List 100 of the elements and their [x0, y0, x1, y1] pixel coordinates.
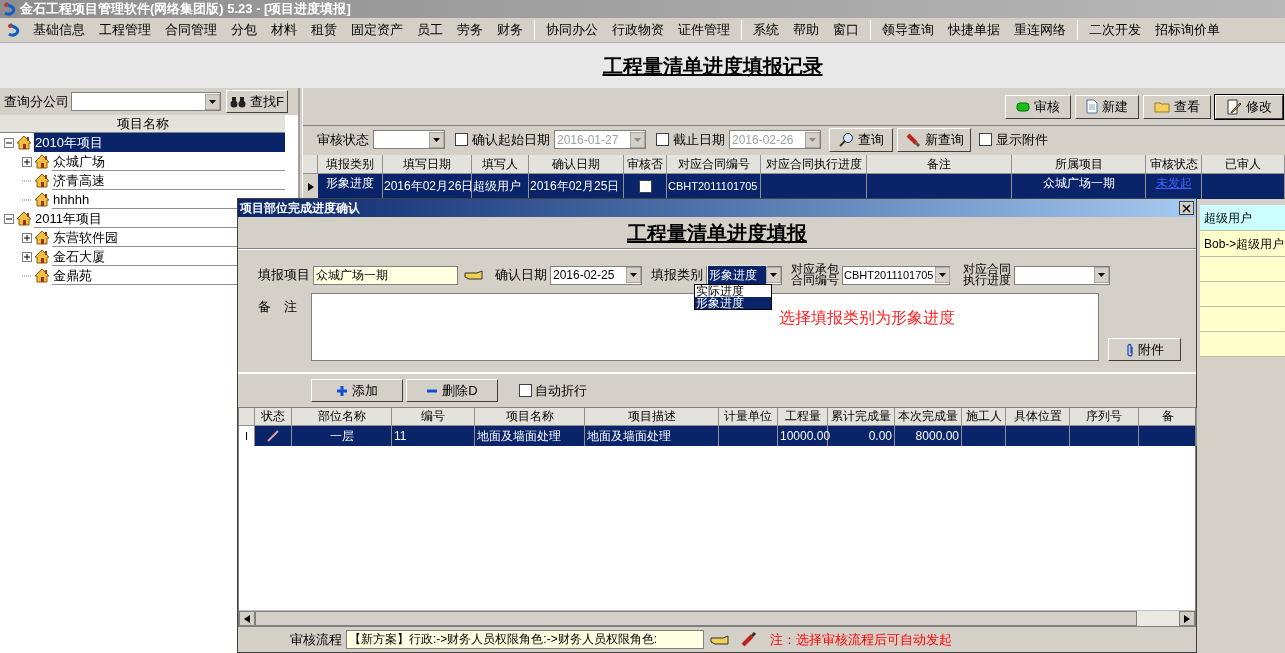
new-search-button[interactable]: 新查询 — [897, 127, 971, 152]
input-field[interactable]: 众城广场一期 — [313, 265, 458, 285]
menu-item[interactable]: 重连网络 — [1007, 20, 1073, 40]
tree-item[interactable]: 2010年项目 — [34, 133, 285, 152]
dropdown-arrow-icon — [934, 267, 950, 283]
menu-item[interactable]: 工程管理 — [92, 20, 158, 40]
table-cell: Bob->超级用户 — [1200, 231, 1285, 257]
status-dropdown[interactable] — [373, 130, 445, 149]
field-label: 查询分公司 — [4, 92, 69, 111]
menu-item[interactable]: 协同办公 — [539, 20, 605, 40]
menu-item[interactable]: 领导查询 — [875, 20, 941, 40]
dialog-heading: 工程量清单进度填报 — [627, 220, 807, 246]
branch-dropdown[interactable] — [71, 92, 221, 111]
close-button[interactable] — [1179, 201, 1194, 215]
house-icon — [16, 135, 32, 150]
house-icon — [34, 173, 50, 188]
dropdown-option[interactable]: 形象进度 — [695, 297, 771, 309]
checkbox[interactable] — [979, 133, 992, 146]
paperclip-icon — [1125, 342, 1134, 357]
menu-item[interactable]: 合同管理 — [158, 20, 224, 40]
delete-button[interactable]: 删除D — [406, 379, 498, 402]
date-field[interactable]: 2016-02-25 — [550, 265, 642, 285]
menu-item[interactable]: 租赁 — [304, 20, 344, 40]
add-button[interactable]: 添加 — [311, 379, 403, 402]
house-icon — [34, 230, 50, 245]
table-cell: 11 — [392, 426, 475, 446]
edit-document-icon — [1226, 98, 1242, 115]
table-cell: 地面及墙面处理 — [585, 426, 719, 446]
expand-icon[interactable] — [22, 251, 32, 262]
field-label: 审核流程 — [290, 630, 342, 649]
attach-button[interactable]: 附件 — [1108, 338, 1181, 361]
menu-item[interactable]: 系统 — [746, 20, 786, 40]
menu-item[interactable]: 员工 — [410, 20, 450, 40]
collapse-icon[interactable] — [4, 213, 14, 224]
pointing-hand-icon — [710, 633, 730, 646]
field-label: 合同编号 — [791, 275, 839, 286]
house-icon — [34, 192, 50, 207]
field-label: 备 注 — [258, 298, 298, 316]
house-icon — [34, 154, 50, 169]
field-label: 显示附件 — [996, 130, 1048, 149]
menu-item[interactable]: 快捷单据 — [941, 20, 1007, 40]
dropdown-arrow-icon — [630, 131, 645, 148]
toolbar-button[interactable]: 查看 — [1143, 94, 1211, 119]
dropdown-arrow-icon — [626, 267, 641, 283]
collapse-icon[interactable] — [4, 137, 14, 148]
search-button[interactable]: 查询 — [829, 127, 893, 152]
app-logo-icon — [6, 22, 22, 38]
field-label: 截止日期 — [673, 130, 725, 149]
checkbox[interactable] — [519, 384, 532, 397]
progress-dropdown[interactable] — [1014, 265, 1110, 285]
row-pointer-icon — [307, 182, 314, 191]
menu-item[interactable]: 劳务 — [450, 20, 490, 40]
toolbar-button[interactable]: 审核 — [1005, 94, 1071, 119]
menu-item[interactable]: 分包 — [224, 20, 264, 40]
type-dropdown[interactable]: 形象进度 — [706, 265, 782, 285]
table-cell: 一层 — [292, 426, 392, 446]
field-label: 自动折行 — [535, 381, 587, 400]
menu-item[interactable]: 行政物资 — [605, 20, 671, 40]
menu-item[interactable]: 材料 — [264, 20, 304, 40]
field-label: 对应合同 — [963, 264, 1011, 275]
checkbox[interactable] — [638, 180, 652, 193]
expand-icon[interactable] — [22, 232, 32, 243]
plus-icon — [336, 384, 348, 397]
tree-item[interactable]: 众城广场 — [52, 152, 285, 171]
left-arrow-icon — [244, 614, 250, 623]
menu-item[interactable]: 基础信息 — [26, 20, 92, 40]
house-icon — [34, 249, 50, 264]
expand-icon[interactable] — [22, 156, 32, 167]
menu-item[interactable]: 帮助 — [786, 20, 826, 40]
scroll-right-button[interactable] — [1179, 611, 1195, 626]
table-cell: 10000.00 — [778, 426, 828, 446]
menu-item[interactable]: 证件管理 — [671, 20, 737, 40]
house-icon — [16, 211, 32, 226]
contract-dropdown[interactable]: CBHT2011101705 — [842, 265, 950, 285]
column-header: 项目名称 — [0, 115, 285, 133]
binoculars-icon — [230, 95, 246, 108]
tree-item[interactable]: 济青高速 — [52, 171, 285, 190]
dropdown-arrow-icon — [205, 93, 220, 110]
menu-item[interactable]: 招标询价单 — [1148, 20, 1227, 40]
find-button[interactable]: 查找F — [226, 90, 288, 113]
document-icon — [1086, 99, 1098, 114]
scroll-left-button[interactable] — [239, 611, 255, 626]
field-label: 执行进度 — [963, 275, 1011, 286]
menu-item[interactable]: 二次开发 — [1082, 20, 1148, 40]
input-field[interactable]: 【新方案】行政:->财务人员权限角色:->财务人员权限角色: — [346, 630, 704, 649]
magnifier-icon — [838, 131, 854, 148]
toolbar-button[interactable]: 新建 — [1075, 94, 1139, 119]
brush-icon — [740, 631, 758, 648]
menu-item[interactable]: 固定资产 — [344, 20, 410, 40]
table-row[interactable]: I 一层 11 地面及墙面处理 地面及墙面处理 10000.00 0.00 8000.00 — [239, 426, 1195, 446]
window-title: 金石工程项目管理软件(网络集团版) 5.23 - [项目进度填报] — [20, 0, 351, 19]
menu-item[interactable]: 财务 — [490, 20, 530, 40]
toolbar-button[interactable]: 修改 — [1215, 94, 1283, 119]
note-text: 注：选择审核流程后可自动发起 — [770, 630, 952, 649]
page-title: 工程量清单进度填报记录 — [602, 53, 823, 79]
menu-item[interactable]: 窗口 — [826, 20, 866, 40]
dropdown-option[interactable]: 实际进度 — [695, 285, 771, 297]
field-label: 确认日期 — [495, 266, 547, 285]
table-cell: 地面及墙面处理 — [475, 426, 585, 446]
table-row[interactable]: 形象进度 2016年02月26日超级用户 2016年02月25日 CBHT2011101705 众城广场一期 未发起 — [303, 174, 1285, 199]
